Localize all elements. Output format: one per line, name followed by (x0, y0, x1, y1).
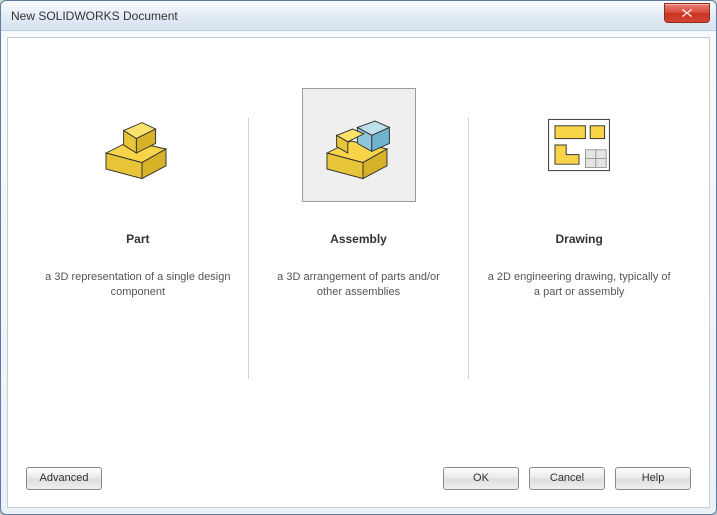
option-part[interactable]: Part a 3D representation of a single des… (28, 88, 248, 439)
part-icon (98, 105, 178, 185)
cancel-button[interactable]: Cancel (529, 467, 605, 490)
help-button[interactable]: Help (615, 467, 691, 490)
assembly-icon (319, 105, 399, 185)
option-drawing-title: Drawing (556, 232, 603, 246)
option-assembly-description: a 3D arrangement of parts and/or other a… (264, 270, 454, 301)
close-icon (681, 8, 693, 18)
dialog-window: New SOLIDWORKS Document (0, 0, 717, 515)
ok-button[interactable]: OK (443, 467, 519, 490)
drawing-icon (539, 105, 619, 185)
template-options: Part a 3D representation of a single des… (8, 38, 709, 459)
option-drawing-description: a 2D engineering drawing, typically of a… (484, 270, 674, 301)
window-title: New SOLIDWORKS Document (11, 9, 178, 23)
option-drawing[interactable]: Drawing a 2D engineering drawing, typica… (469, 88, 689, 439)
option-assembly[interactable]: Assembly a 3D arrangement of parts and/o… (249, 88, 469, 439)
advanced-button[interactable]: Advanced (26, 467, 102, 490)
close-button[interactable] (664, 3, 710, 23)
option-assembly-title: Assembly (330, 232, 387, 246)
titlebar: New SOLIDWORKS Document (1, 1, 716, 31)
button-bar: Advanced OK Cancel Help (8, 459, 709, 507)
option-part-description: a 3D representation of a single design c… (43, 270, 233, 301)
dialog-content: Part a 3D representation of a single des… (7, 37, 710, 508)
assembly-icon-box (302, 88, 416, 202)
drawing-icon-box (522, 88, 636, 202)
part-icon-box (81, 88, 195, 202)
option-part-title: Part (126, 232, 149, 246)
